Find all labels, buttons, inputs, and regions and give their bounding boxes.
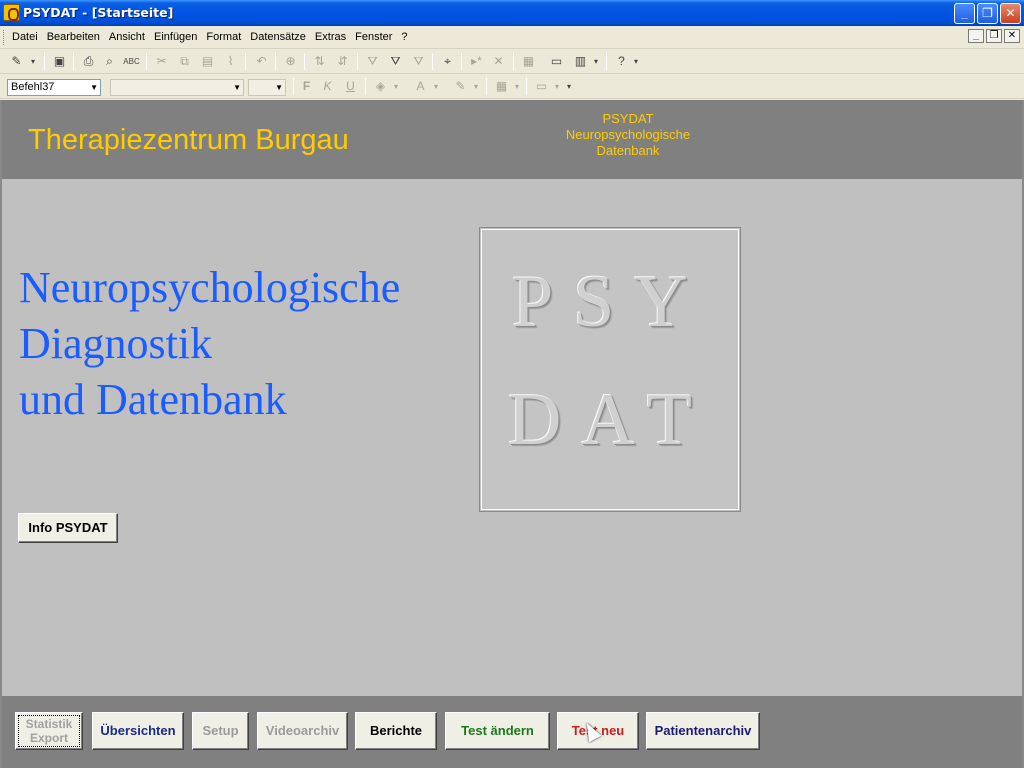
bold-button[interactable]: F — [298, 78, 315, 95]
videoarchiv-button[interactable]: Videoarchiv — [257, 712, 348, 750]
title-bar[interactable]: PSYDAT - [Startseite] _ ❐ ✕ — [0, 0, 1024, 26]
font-combo[interactable]: ▼ — [110, 79, 244, 96]
sort-descending-icon[interactable]: ⇵ — [334, 53, 351, 70]
object-combo[interactable]: Befehl37 ▼ — [7, 79, 101, 96]
delete-record-icon[interactable]: ✕ — [490, 53, 507, 70]
fill-color-dropdown-icon[interactable]: ▾ — [391, 78, 401, 95]
chevron-down-icon[interactable]: ▼ — [275, 80, 283, 95]
menu-bar: Datei Bearbeiten Ansicht Einfügen Format… — [0, 26, 1024, 49]
menu-datensaetze[interactable]: Datensätze — [250, 31, 306, 43]
view-dropdown-icon[interactable]: ▾ — [28, 53, 38, 70]
logo-line: DAT — [508, 379, 712, 461]
copy-icon[interactable]: ⧉ — [176, 53, 193, 70]
headline-line: und Datenbank — [19, 375, 287, 424]
design-view-icon[interactable]: ✎ — [8, 53, 25, 70]
mdi-close-button[interactable]: ✕ — [1004, 29, 1020, 43]
menu-format[interactable]: Format — [206, 31, 241, 43]
headline-line: Diagnostik — [19, 319, 213, 368]
help-dropdown-icon[interactable]: ▾ — [631, 53, 641, 70]
menu-datei[interactable]: Datei — [12, 31, 38, 43]
maximize-button[interactable]: ❐ — [977, 3, 998, 24]
special-effect-dropdown-icon[interactable]: ▾ — [552, 78, 562, 95]
sort-ascending-icon[interactable]: ⇅ — [311, 53, 328, 70]
paste-icon[interactable]: ▤ — [199, 53, 216, 70]
app-subtitle: PSYDAT Neuropsychologische Datenbank — [542, 111, 714, 159]
uebersichten-button[interactable]: Übersichten — [92, 712, 184, 750]
headline-line: Neuropsychologische — [19, 263, 401, 312]
chevron-down-icon[interactable]: ▼ — [233, 80, 241, 95]
filter-form-icon[interactable]: ⛛ — [387, 53, 404, 70]
patientenarchiv-button[interactable]: Patientenarchiv — [646, 712, 760, 750]
setup-button[interactable]: Setup — [192, 712, 249, 750]
format-painter-icon[interactable]: ⌇ — [222, 53, 239, 70]
new-object-icon[interactable]: ▥ — [572, 53, 589, 70]
special-effect-icon[interactable]: ▭ — [533, 78, 550, 95]
find-icon[interactable]: ⌖ — [439, 53, 456, 70]
new-record-icon[interactable]: ▸* — [468, 53, 485, 70]
chevron-down-icon[interactable]: ▼ — [90, 80, 98, 95]
menubar-grip-icon[interactable] — [3, 30, 6, 45]
cut-icon[interactable]: ✂ — [153, 53, 170, 70]
info-psydat-button[interactable]: Info PSYDAT — [18, 513, 118, 543]
filter-selection-icon[interactable]: ⛛ — [364, 53, 381, 70]
app-subtitle-line: PSYDAT — [602, 111, 654, 126]
mdi-restore-button[interactable]: ❐ — [986, 29, 1002, 43]
line-color-icon[interactable]: ✎ — [452, 78, 469, 95]
menu-help[interactable]: ? — [401, 31, 407, 43]
font-size-combo[interactable]: ▼ — [248, 79, 286, 96]
underline-button[interactable]: U — [342, 78, 359, 95]
save-icon[interactable]: ▣ — [51, 53, 68, 70]
hyperlink-icon[interactable]: ⊕ — [282, 53, 299, 70]
properties-icon[interactable]: ▦ — [520, 53, 537, 70]
mdi-minimize-button[interactable]: _ — [968, 29, 984, 43]
help-icon[interactable]: ? — [613, 53, 630, 70]
formatting-toolbar: Befehl37 ▼ ▼ ▼ F K U ◈ ▾ A ▾ ✎ ▾ ▦ ▾ ▭ ▾… — [0, 74, 1024, 99]
menu-einfuegen[interactable]: Einfügen — [154, 31, 197, 43]
undo-icon[interactable]: ↶ — [253, 53, 270, 70]
header-band: Therapiezentrum Burgau PSYDAT Neuropsych… — [2, 100, 1022, 179]
page-headline: Neuropsychologische Diagnostik und Daten… — [19, 260, 400, 428]
berichte-button[interactable]: Berichte — [355, 712, 437, 750]
menu-ansicht[interactable]: Ansicht — [109, 31, 145, 43]
object-combo-value: Befehl37 — [11, 81, 55, 93]
apply-filter-icon[interactable]: ⛛ — [410, 53, 427, 70]
start-form: Therapiezentrum Burgau PSYDAT Neuropsych… — [0, 100, 1024, 768]
border-icon[interactable]: ▦ — [493, 78, 510, 95]
window-title: PSYDAT - [Startseite] — [23, 5, 174, 20]
print-preview-icon[interactable]: ⌕ — [101, 53, 118, 70]
app-subtitle-line: Datenbank — [596, 143, 660, 158]
database-window-icon[interactable]: ▭ — [548, 53, 565, 70]
test-aendern-button[interactable]: Test ändern — [445, 712, 550, 750]
menu-fenster[interactable]: Fenster — [355, 31, 392, 43]
font-color-icon[interactable]: A — [412, 78, 429, 95]
clinic-name: Therapiezentrum Burgau — [28, 124, 349, 156]
print-icon[interactable]: ⎙ — [80, 53, 97, 70]
line-color-dropdown-icon[interactable]: ▾ — [471, 78, 481, 95]
toolbar-options-icon[interactable]: ▾ — [564, 78, 574, 95]
font-color-dropdown-icon[interactable]: ▾ — [431, 78, 441, 95]
footer-band: Statistik Export Übersichten Setup Video… — [2, 696, 1022, 768]
close-button[interactable]: ✕ — [1000, 3, 1021, 24]
menu-extras[interactable]: Extras — [315, 31, 346, 43]
minimize-button[interactable]: _ — [954, 3, 975, 24]
border-dropdown-icon[interactable]: ▾ — [512, 78, 522, 95]
standard-toolbar: ✎ ▾ ▣ ⎙ ⌕ ABC ✂ ⧉ ▤ ⌇ ↶ ⊕ ⇅ ⇵ ⛛ ⛛ ⛛ ⌖ ▸*… — [0, 49, 1024, 74]
psydat-logo: PSY DAT — [479, 227, 741, 512]
fill-color-icon[interactable]: ◈ — [372, 78, 389, 95]
menu-bearbeiten[interactable]: Bearbeiten — [47, 31, 100, 43]
new-object-dropdown-icon[interactable]: ▾ — [591, 53, 601, 70]
spellcheck-icon[interactable]: ABC — [123, 53, 140, 70]
logo-line: PSY — [512, 261, 708, 343]
app-icon[interactable] — [3, 4, 20, 21]
app-subtitle-line: Neuropsychologische — [565, 127, 691, 142]
statistik-export-button[interactable]: Statistik Export — [15, 712, 83, 750]
italic-button[interactable]: K — [319, 78, 336, 95]
